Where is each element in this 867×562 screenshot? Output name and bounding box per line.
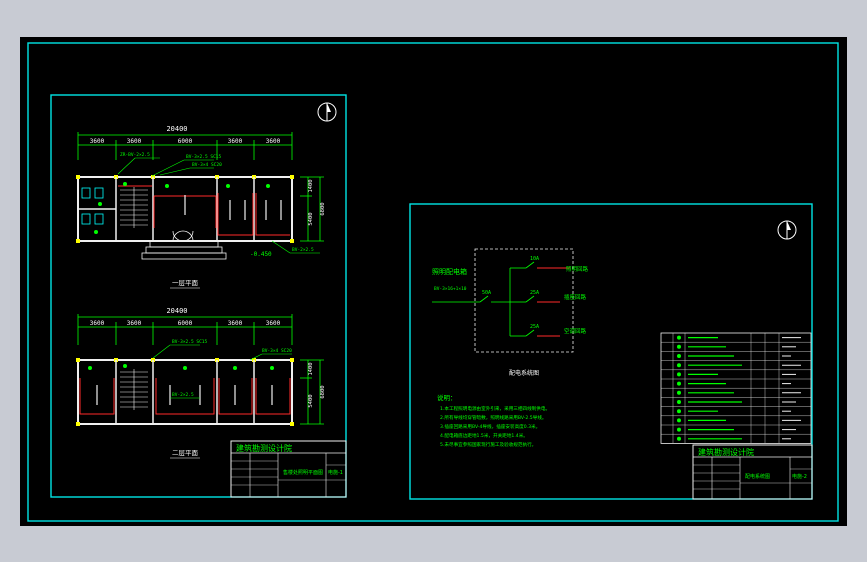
plan2-total-dim: 20400 <box>166 307 187 315</box>
diagram-caption: 配电系统图 <box>509 369 539 377</box>
breaker-2: 25A <box>530 290 539 296</box>
plan1-bay-4: 3600 <box>228 138 243 145</box>
legend-symbol-icon <box>677 427 681 432</box>
note-3: 3.插座回路采用BV-4导线，插座安装高度0.3米。 <box>440 423 540 430</box>
breaker-1: 10A <box>530 256 539 262</box>
notes-title: 说明： <box>437 393 457 402</box>
plan1-caption: 一层平面 <box>172 279 199 287</box>
plan1-right-dim-3: 6800 <box>320 202 326 215</box>
output-3: 空调回路 <box>564 327 587 335</box>
plan2-bay-5: 3600 <box>266 320 281 327</box>
svg-text:BV-2×2.5: BV-2×2.5 <box>292 247 314 253</box>
main-breaker: 50A <box>482 290 491 296</box>
legend-symbol-icon <box>677 363 681 368</box>
legend-symbol-icon <box>677 400 681 404</box>
svg-text:BV-3×2.5 SC15: BV-3×2.5 SC15 <box>172 339 208 345</box>
legend-symbol-icon <box>677 335 681 340</box>
legend-symbol-icon <box>677 344 681 349</box>
legend-symbol-icon <box>677 418 681 423</box>
plan2-bay-1: 3600 <box>90 320 105 327</box>
cad-drawing-viewport[interactable]: 20400 3600 3600 6000 3600 3600 BV-3×2.5 … <box>0 0 867 562</box>
right-title-institute: 建筑勘测设计院 <box>698 447 754 457</box>
plan2-bay-3: 6000 <box>178 320 193 327</box>
legend-symbol-icon <box>677 381 681 386</box>
legend-symbol-icon <box>677 390 681 395</box>
plan1-bay-1: 3600 <box>90 138 105 145</box>
svg-text:BV-3×4 SC20: BV-3×4 SC20 <box>262 348 292 354</box>
svg-text:BV-2×2.5: BV-2×2.5 <box>172 392 194 398</box>
panel-label: 照明配电箱 <box>432 267 467 276</box>
note-5: 5.未尽事宜参照国家现行施工及验收规范执行。 <box>440 441 536 448</box>
incoming-cable: BV-3×16+1×10 <box>434 286 467 292</box>
plan2-bay-4: 3600 <box>228 320 243 327</box>
plan2-right-dim-1: 1400 <box>308 362 314 375</box>
right-title-project: 配电系统图 <box>745 473 770 480</box>
plan1-level-mark: -0.450 <box>250 251 272 258</box>
left-title-sheet: 电施-1 <box>328 469 343 476</box>
svg-text:ZR-BV-2×2.5: ZR-BV-2×2.5 <box>120 152 150 158</box>
legend-symbol-icon <box>677 409 681 414</box>
breaker-3: 25A <box>530 324 539 330</box>
legend-symbol-icon <box>677 436 681 441</box>
plan1-bay-2: 3600 <box>127 138 142 145</box>
note-4: 4.配电箱底边距地1.5米，开关距地1.4米。 <box>440 432 528 439</box>
plan1-right-dim-1: 1400 <box>308 179 314 192</box>
plan2-right-dim-3: 6800 <box>320 385 326 398</box>
plan1-bay-3: 6000 <box>178 138 193 145</box>
left-title-project: 售楼处照明平面图 <box>283 469 323 476</box>
plan1-total-dim: 20400 <box>166 125 187 133</box>
plan2-caption: 二层平面 <box>172 449 199 457</box>
svg-text:BV-3×2.5 SC15: BV-3×2.5 SC15 <box>186 154 222 160</box>
plan1-bay-5: 3600 <box>266 138 281 145</box>
right-title-sheet: 电施-2 <box>792 473 807 480</box>
plan1-right-dim-2: 5400 <box>308 212 314 225</box>
output-2: 插座回路 <box>564 293 587 301</box>
plan2-bay-2: 3600 <box>127 320 142 327</box>
output-1: 照明回路 <box>566 265 589 273</box>
legend-symbol-icon <box>677 372 681 377</box>
svg-text:BV-3×4 SC20: BV-3×4 SC20 <box>192 162 222 168</box>
legend-symbol-icon <box>677 354 681 358</box>
note-2: 2.所有导线均穿管暗敷，照明线路采用BV-2.5导线。 <box>440 414 547 421</box>
plan2-right-dim-2: 5400 <box>308 394 314 407</box>
note-1: 1.本工程照明电源由室外引来，采用三相四线制供电。 <box>440 405 550 412</box>
left-title-institute: 建筑勘测设计院 <box>236 443 292 453</box>
